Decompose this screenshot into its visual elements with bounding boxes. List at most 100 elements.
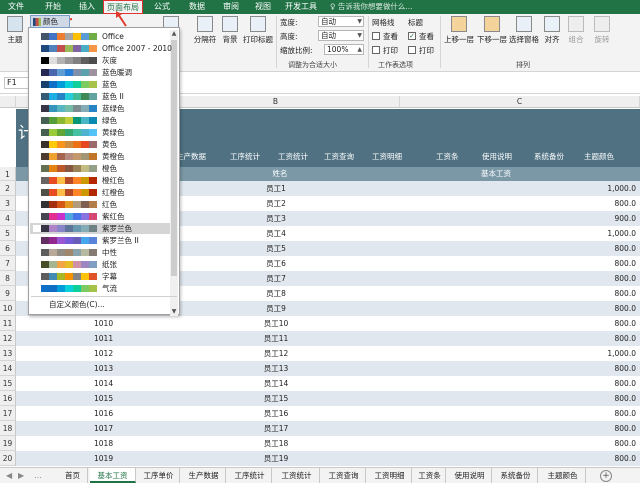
- theme-color-option[interactable]: 中性: [30, 247, 170, 258]
- cell-id[interactable]: 1017: [94, 421, 113, 436]
- cell-salary[interactable]: 800.0: [556, 436, 636, 451]
- scroll-down-icon[interactable]: ▼: [170, 308, 178, 316]
- theme-color-option[interactable]: Office: [30, 31, 170, 42]
- background-button[interactable]: 背景: [220, 16, 240, 45]
- tell-me-search[interactable]: ♀ 告诉我你想要做什么...: [330, 0, 448, 14]
- row-header[interactable]: 15: [0, 376, 16, 391]
- custom-colors-option[interactable]: 自定义颜色(C)...: [49, 299, 105, 310]
- cell-salary[interactable]: 800.0: [556, 241, 636, 256]
- cell-salary[interactable]: 800.0: [556, 391, 636, 406]
- cell-salary[interactable]: 800.0: [556, 376, 636, 391]
- cell-id[interactable]: 1010: [94, 316, 113, 331]
- cell-salary[interactable]: 1,000.0: [556, 181, 636, 196]
- cell-salary[interactable]: 800.0: [556, 301, 636, 316]
- theme-color-option[interactable]: 黄色: [30, 139, 170, 150]
- cell-id[interactable]: 1015: [94, 391, 113, 406]
- column-header-c[interactable]: C: [400, 96, 640, 108]
- print-titles-button[interactable]: 打印标题: [243, 16, 273, 45]
- group-button[interactable]: 组合: [566, 16, 586, 45]
- cell-salary[interactable]: 800.0: [556, 451, 636, 466]
- previous-sheet-icon[interactable]: ◀: [6, 468, 12, 483]
- row-header[interactable]: 19: [0, 436, 16, 451]
- selection-pane-button[interactable]: 选择窗格: [508, 16, 540, 45]
- colors-button[interactable]: 颜色: [30, 15, 70, 28]
- theme-color-option[interactable]: 蓝色: [30, 79, 170, 90]
- cell-salary[interactable]: 800.0: [556, 421, 636, 436]
- cell-id[interactable]: 1011: [94, 331, 113, 346]
- theme-color-option[interactable]: 紫红色: [30, 211, 170, 222]
- nav-menu-item[interactable]: 工资统计: [278, 147, 308, 167]
- add-sheet-icon[interactable]: +: [600, 470, 612, 482]
- theme-color-option[interactable]: 紫罗兰色: [30, 223, 170, 234]
- theme-color-option[interactable]: 纸张: [30, 259, 170, 270]
- row-header[interactable]: 11: [0, 316, 16, 331]
- theme-color-option[interactable]: 蓝色 II: [30, 91, 170, 102]
- row-header[interactable]: 16: [0, 391, 16, 406]
- cell-id[interactable]: 1018: [94, 436, 113, 451]
- theme-color-option[interactable]: 黄橙色: [30, 151, 170, 162]
- cell-id[interactable]: 1013: [94, 361, 113, 376]
- cell-id[interactable]: 1016: [94, 406, 113, 421]
- height-select[interactable]: 自动 ▼: [318, 30, 364, 41]
- row-header[interactable]: 7: [0, 256, 16, 271]
- cell-name[interactable]: 员工5: [236, 241, 316, 256]
- cell-name[interactable]: 员工4: [236, 226, 316, 241]
- nav-menu-item[interactable]: 工资查询: [324, 147, 354, 167]
- theme-color-option[interactable]: 灰度: [30, 55, 170, 66]
- ribbon-tab[interactable]: 开发工具: [280, 0, 322, 14]
- theme-color-option[interactable]: 黄绿色: [30, 127, 170, 138]
- ribbon-tab[interactable]: 数据: [182, 0, 212, 14]
- row-header[interactable]: 8: [0, 271, 16, 286]
- row-header[interactable]: 3: [0, 196, 16, 211]
- row-header[interactable]: 12: [0, 331, 16, 346]
- theme-color-option[interactable]: 蓝色暖调: [30, 67, 170, 78]
- cell-salary[interactable]: 800.0: [556, 286, 636, 301]
- cell-id[interactable]: 1014: [94, 376, 113, 391]
- cell-salary[interactable]: 900.0: [556, 211, 636, 226]
- nav-menu-item[interactable]: 系统备份: [534, 147, 564, 167]
- cell-name[interactable]: 员工11: [236, 331, 316, 346]
- scale-input[interactable]: 100% ▲: [324, 44, 364, 55]
- cell-name[interactable]: 员工3: [236, 211, 316, 226]
- sheet-tab[interactable]: 生产数据: [182, 468, 226, 483]
- scroll-up-icon[interactable]: ▲: [170, 30, 178, 38]
- sheet-tab[interactable]: 工资统计: [274, 468, 320, 483]
- scroll-thumb[interactable]: [171, 40, 177, 276]
- row-header[interactable]: 14: [0, 361, 16, 376]
- row-header[interactable]: 2: [0, 181, 16, 196]
- sheet-tab[interactable]: 系统备份: [494, 468, 538, 483]
- cell-salary[interactable]: 800.0: [556, 361, 636, 376]
- cell-salary[interactable]: 800.0: [556, 331, 636, 346]
- breaks-button[interactable]: 分隔符: [192, 16, 218, 45]
- cell-name[interactable]: 员工12: [236, 346, 316, 361]
- row-header[interactable]: 17: [0, 406, 16, 421]
- headings-view-checkbox[interactable]: ✓: [408, 32, 416, 40]
- row-header[interactable]: 18: [0, 421, 16, 436]
- bring-forward-button[interactable]: 上移一层: [443, 16, 475, 45]
- theme-color-option[interactable]: Office 2007 - 2010: [30, 43, 172, 54]
- cell-name[interactable]: 员工13: [236, 361, 316, 376]
- cell-name[interactable]: 员工10: [236, 316, 316, 331]
- cell-name[interactable]: 员工19: [236, 451, 316, 466]
- cell-name[interactable]: 员工15: [236, 391, 316, 406]
- nav-menu-item[interactable]: 使用说明: [482, 147, 512, 167]
- cell-id[interactable]: 1012: [94, 346, 113, 361]
- row-header[interactable]: 6: [0, 241, 16, 256]
- row-header[interactable]: 4: [0, 211, 16, 226]
- select-all-corner[interactable]: [0, 96, 16, 108]
- cell-name[interactable]: 员工6: [236, 256, 316, 271]
- sheet-tab[interactable]: 首页: [58, 468, 88, 483]
- dropdown-scrollbar[interactable]: ▲ ▼: [170, 30, 178, 316]
- next-sheet-icon[interactable]: ▶: [18, 468, 24, 483]
- theme-color-option[interactable]: 红橙色: [30, 187, 170, 198]
- cell-salary[interactable]: 800.0: [556, 256, 636, 271]
- ribbon-tab[interactable]: 审阅: [216, 0, 246, 14]
- themes-button[interactable]: 主题: [4, 16, 26, 45]
- nav-menu-item[interactable]: 主题颜色: [584, 147, 614, 167]
- row-header[interactable]: 9: [0, 286, 16, 301]
- cell-salary[interactable]: 800.0: [556, 316, 636, 331]
- ribbon-tab[interactable]: 公式: [146, 0, 178, 14]
- theme-color-option[interactable]: 橙红色: [30, 175, 170, 186]
- ribbon-tab[interactable]: 文件: [2, 0, 30, 14]
- row-header[interactable]: 10: [0, 301, 16, 316]
